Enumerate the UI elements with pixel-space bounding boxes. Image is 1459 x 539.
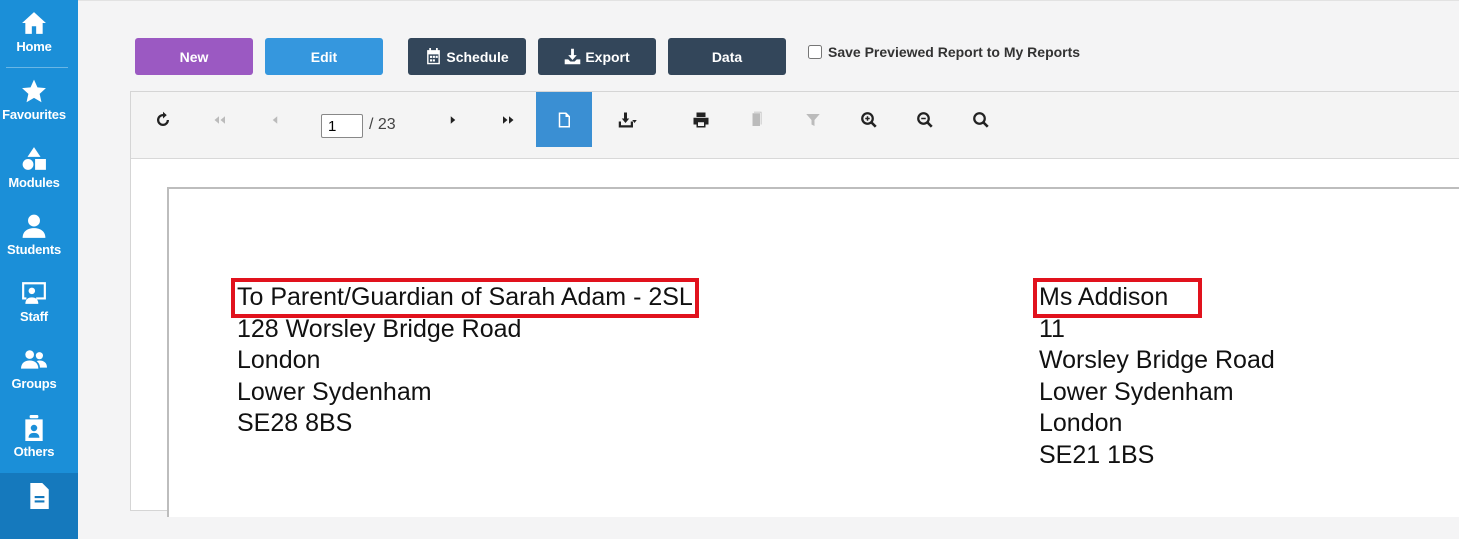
- address-line: Lower Sydenham: [237, 377, 432, 406]
- sidebar-item-label: Modules: [8, 175, 60, 190]
- export-dropdown-button[interactable]: [607, 92, 647, 147]
- edit-button[interactable]: Edit: [265, 38, 383, 75]
- sidebar-item-groups[interactable]: Groups: [0, 337, 68, 403]
- last-page-icon: [503, 115, 514, 124]
- zoom-out-button[interactable]: [905, 92, 945, 147]
- sidebar-item-label: Others: [13, 444, 55, 459]
- address-line: Lower Sydenham: [1039, 377, 1234, 406]
- filter-button[interactable]: [793, 92, 833, 147]
- star-icon: [22, 79, 46, 103]
- document-map-button[interactable]: [737, 92, 777, 147]
- user-icon: [22, 214, 46, 238]
- badge-icon: [25, 415, 43, 441]
- sidebar-item-others[interactable]: Others: [0, 405, 68, 471]
- group-icon: [21, 350, 47, 369]
- recipient-address-block: To Parent/Guardian of Sarah Adam - 2SL 1…: [231, 278, 699, 440]
- data-button-label: Data: [711, 48, 743, 65]
- sidebar-item-label: Favourites: [2, 107, 66, 122]
- sender-address-block: Ms Addison 11 Worsley Bridge Road Lower …: [1032, 278, 1275, 471]
- page-number-input[interactable]: [321, 114, 363, 138]
- first-page-icon: [214, 115, 225, 124]
- address-line: SE28 8BS: [237, 409, 353, 437]
- document-icon: [30, 483, 49, 509]
- new-button-label: New: [179, 48, 209, 65]
- export-button[interactable]: Export: [538, 38, 656, 75]
- next-page-icon: [450, 115, 456, 124]
- download-icon: [565, 48, 581, 65]
- search-icon: [973, 111, 989, 128]
- address-line: 11: [1039, 314, 1065, 343]
- zoom-out-icon: [917, 111, 933, 128]
- viewer-toolbar: / 23: [131, 92, 1459, 159]
- sidebar-item-home[interactable]: Home: [0, 0, 68, 66]
- sidebar-item-label: Staff: [20, 309, 48, 324]
- next-page-button[interactable]: [433, 92, 473, 147]
- zoom-in-button[interactable]: [849, 92, 889, 147]
- sidebar-item-students[interactable]: Students: [0, 203, 68, 269]
- sidebar-item-favourites[interactable]: Favourites: [0, 68, 68, 134]
- download-menu-icon: [618, 112, 637, 127]
- edit-button-label: Edit: [310, 48, 338, 65]
- new-button[interactable]: New: [135, 38, 253, 75]
- page-view-button[interactable]: [536, 92, 592, 147]
- export-button-label: Export: [585, 48, 630, 65]
- sidebar-item-staff[interactable]: Staff: [0, 270, 68, 336]
- calendar-icon: [427, 48, 441, 65]
- search-button[interactable]: [961, 92, 1001, 147]
- address-line: SE21 1BS: [1039, 440, 1155, 469]
- sender-name-line: Ms Addison: [1032, 278, 1203, 318]
- last-page-button[interactable]: [489, 92, 529, 147]
- schedule-button-label: Schedule: [446, 48, 509, 65]
- home-icon: [22, 12, 46, 34]
- address-line: Worsley Bridge Road: [1039, 346, 1275, 374]
- recipient-name-line: To Parent/Guardian of Sarah Adam - 2SL: [231, 278, 699, 318]
- zoom-in-icon: [861, 111, 877, 128]
- filter-icon: [806, 113, 820, 126]
- save-previewed-report-checkbox[interactable]: [808, 45, 822, 59]
- previous-page-button[interactable]: [255, 92, 295, 147]
- data-button[interactable]: Data: [668, 38, 786, 75]
- address-line: London: [1039, 409, 1123, 437]
- report-viewer: / 23: [130, 91, 1459, 517]
- refresh-icon: [157, 111, 169, 126]
- save-previewed-report-label: Save Previewed Report to My Reports: [828, 44, 1081, 60]
- print-icon: [693, 112, 709, 127]
- main-content: New Edit Schedule Export Data Save Previ…: [78, 0, 1459, 517]
- page-total: / 23: [369, 116, 396, 133]
- schedule-button[interactable]: Schedule: [408, 38, 526, 75]
- page-icon: [558, 112, 570, 127]
- print-button[interactable]: [681, 92, 721, 147]
- save-previewed-report-option: Save Previewed Report to My Reports: [808, 44, 1080, 60]
- sidebar-item-label: Students: [6, 242, 61, 257]
- address-line: London: [237, 346, 321, 374]
- sidebar-item-modules[interactable]: Modules: [0, 136, 68, 202]
- shapes-icon: [22, 147, 46, 170]
- pages-icon: [752, 111, 762, 126]
- sidebar-item-label: Groups: [11, 376, 57, 391]
- first-page-button[interactable]: [199, 92, 239, 147]
- sidebar-item-reports[interactable]: [0, 473, 78, 539]
- report-page: To Parent/Guardian of Sarah Adam - 2SL 1…: [167, 187, 1459, 517]
- address-line: 128 Worsley Bridge Road: [237, 314, 522, 343]
- teacher-board-icon: [22, 282, 46, 304]
- refresh-button[interactable]: [143, 92, 183, 147]
- sidebar: Home Favourites Modules Students Staff G…: [0, 0, 78, 539]
- previous-page-icon: [272, 115, 278, 124]
- sidebar-item-label: Home: [16, 39, 52, 54]
